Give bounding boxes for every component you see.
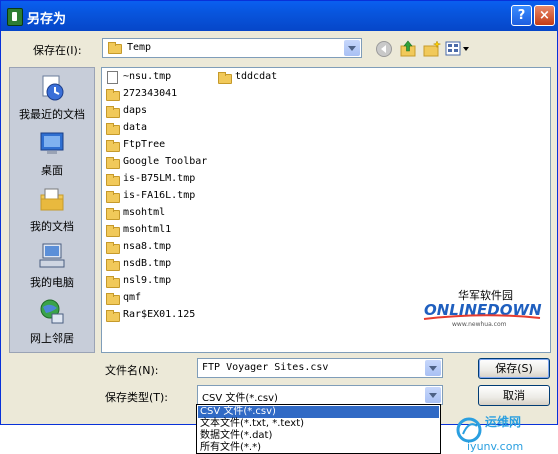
onlinedown-logo: 华军软件园 ONLINEDOWN www.newhua.com	[423, 288, 542, 328]
filename-label: 文件名(N):	[105, 364, 159, 377]
watermark-chinese: 运维网	[485, 414, 521, 429]
help-button[interactable]: ?	[511, 5, 532, 26]
folder-icon	[106, 310, 120, 322]
filetype-option[interactable]: 文本文件(*.txt, *.text)	[198, 418, 439, 430]
folder-icon	[106, 208, 120, 220]
place-my-documents[interactable]: 我的文档	[10, 186, 94, 238]
cancel-button[interactable]: 取消	[478, 385, 550, 406]
logo-url: www.newhua.com	[452, 321, 507, 328]
folder-icon	[218, 72, 232, 84]
close-button[interactable]: ×	[534, 5, 555, 26]
logo-chinese: 华军软件园	[458, 288, 513, 302]
filetype-combo[interactable]: CSV 文件(*.csv)	[197, 385, 443, 405]
file-name: is-B75LM.tmp	[123, 173, 196, 184]
places-bar: 我最近的文档 桌面 我的文档 我的电脑 网上邻居	[9, 67, 95, 353]
file-name: Google Toolbar	[123, 156, 208, 167]
folder-icon	[106, 259, 120, 271]
folder-icon	[106, 174, 120, 186]
file-name: nsa8.tmp	[123, 241, 172, 252]
window-title: 另存为	[27, 12, 67, 27]
view-menu-icon[interactable]	[445, 40, 471, 58]
file-name: msohtml	[123, 207, 166, 218]
filetype-label: 保存类型(T):	[105, 391, 169, 404]
folder-icon	[106, 106, 120, 118]
folder-icon	[106, 123, 120, 135]
folder-icon	[106, 293, 120, 305]
place-network-places[interactable]: 网上邻居	[10, 298, 94, 350]
filetype-value: CSV 文件(*.csv)	[202, 393, 278, 404]
new-folder-icon[interactable]	[423, 40, 441, 58]
up-folder-icon[interactable]	[399, 40, 417, 58]
save-in-combo[interactable]: Temp	[102, 38, 362, 58]
recent-documents-icon	[42, 75, 64, 101]
filename-value[interactable]: FTP Voyager Sites.csv	[202, 362, 328, 373]
title-bar: 另存为 ? ×	[1, 1, 558, 31]
file-icon	[107, 71, 118, 84]
save-button[interactable]: 保存(S)	[478, 358, 550, 379]
filetype-dropdown-list[interactable]: CSV 文件(*.csv) 文本文件(*.txt, *.text) 数据文件(*…	[196, 404, 441, 454]
save-as-dialog: 另存为 ? × 保存在(I): Temp 我最近的文档 桌面 我的文档 我的电脑…	[0, 0, 558, 425]
app-icon	[7, 8, 23, 26]
place-label: 我的文档	[30, 220, 74, 233]
filetype-option[interactable]: 数据文件(*.dat)	[198, 430, 439, 442]
file-name: nsl9.tmp	[123, 275, 172, 286]
file-name: data	[123, 122, 148, 133]
place-label: 网上邻居	[30, 332, 74, 345]
watermark-domain: iyunv.com	[467, 440, 523, 453]
chevron-down-icon[interactable]	[425, 387, 441, 403]
folder-icon	[108, 42, 122, 54]
file-name: tddcdat	[235, 71, 278, 82]
chevron-down-icon[interactable]	[344, 40, 360, 56]
file-name: is-FA16L.tmp	[123, 190, 196, 201]
desktop-icon	[40, 132, 64, 154]
file-name: FtpTree	[123, 139, 166, 150]
folder-icon	[106, 157, 120, 169]
place-label: 桌面	[41, 164, 63, 177]
folder-icon	[106, 140, 120, 152]
folder-icon	[106, 242, 120, 254]
folder-icon	[106, 225, 120, 237]
my-documents-icon	[40, 188, 64, 211]
place-label: 我最近的文档	[19, 108, 85, 121]
place-recent-documents[interactable]: 我最近的文档	[10, 74, 94, 126]
chevron-down-icon[interactable]	[425, 360, 441, 376]
file-name: msohtml1	[123, 224, 172, 235]
my-computer-icon	[39, 243, 65, 268]
file-name: Rar$EX01.125	[123, 309, 196, 320]
place-label: 我的电脑	[30, 276, 74, 289]
file-list[interactable]: ~nsu.tmp 272343041 daps data FtpTree Goo…	[101, 67, 551, 353]
back-icon[interactable]	[375, 40, 393, 58]
folder-icon	[106, 191, 120, 203]
place-desktop[interactable]: 桌面	[10, 130, 94, 182]
iyunv-watermark: 运维网 iyunv.com	[456, 414, 523, 453]
folder-icon	[106, 89, 120, 101]
file-name: qmf	[123, 292, 142, 303]
filename-combo[interactable]: FTP Voyager Sites.csv	[197, 358, 443, 378]
folder-icon	[106, 276, 120, 288]
file-name: daps	[123, 105, 148, 116]
file-name: nsdB.tmp	[123, 258, 172, 269]
file-name: 272343041	[123, 88, 178, 99]
filetype-option[interactable]: 所有文件(*.*)	[198, 442, 439, 454]
file-name: ~nsu.tmp	[123, 71, 172, 82]
save-in-label: 保存在(I):	[33, 44, 82, 57]
filetype-option[interactable]: CSV 文件(*.csv)	[198, 406, 439, 418]
save-in-value: Temp	[127, 42, 152, 53]
place-my-computer[interactable]: 我的电脑	[10, 242, 94, 294]
network-places-icon	[40, 299, 64, 324]
